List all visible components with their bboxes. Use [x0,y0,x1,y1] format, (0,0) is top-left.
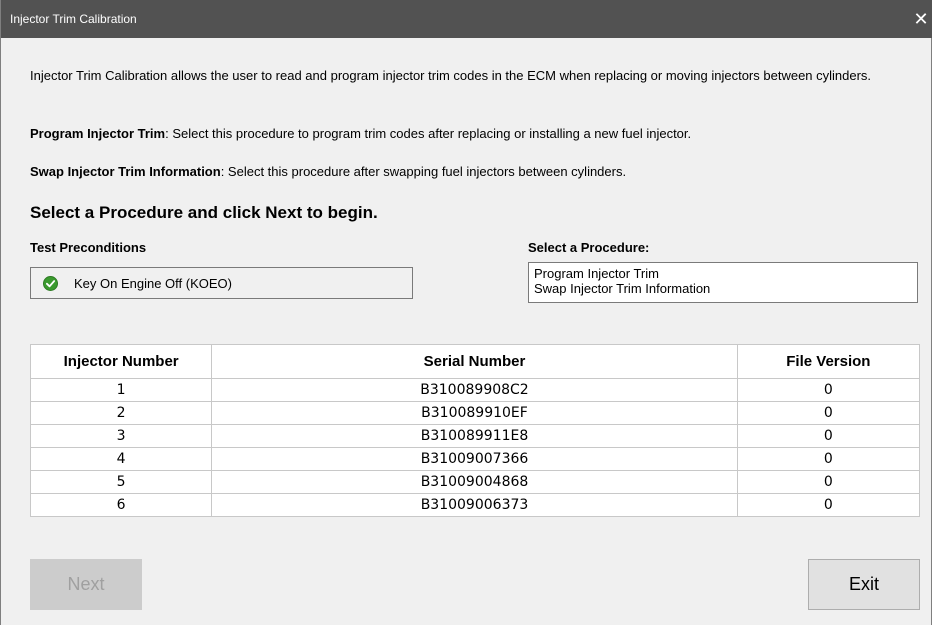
file-version-cell: 0 [736,401,921,425]
program-trim-text: : Select this procedure to program trim … [165,126,692,141]
procedure-option-swap[interactable]: Swap Injector Trim Information [534,281,710,296]
injector-trim-dialog: Injector Trim Calibration ✕ Injector Tri… [0,0,932,625]
header-file-version: File Version [736,344,921,379]
file-version-cell: 0 [736,424,921,448]
exit-button[interactable]: Exit [808,559,920,610]
injector-table: Injector Number Serial Number File Versi… [29,344,921,517]
program-trim-label: Program Injector Trim [30,126,166,141]
serial-number-cell: B310089911E8 [211,424,738,448]
header-serial-number: Serial Number [211,344,738,379]
swap-trim-description: Swap Injector Trim Information: Select t… [30,164,626,180]
injector-number-cell: 5 [29,470,213,494]
next-button[interactable]: Next [30,559,142,610]
header-injector-number: Injector Number [29,344,213,379]
swap-trim-label: Swap Injector Trim Information [30,164,221,179]
table-row[interactable]: 4 B31009007366 0 [29,447,921,471]
injector-number-cell: 2 [29,401,213,425]
table-row[interactable]: 6 B31009006373 0 [29,493,921,517]
table-row[interactable]: 5 B31009004868 0 [29,470,921,494]
injector-number-cell: 3 [29,424,213,448]
program-trim-description: Program Injector Trim: Select this proce… [30,126,691,142]
file-version-cell: 0 [736,378,921,402]
close-icon[interactable]: ✕ [909,0,932,38]
table-row[interactable]: 1 B310089908C2 0 [29,378,921,402]
precondition-box: Key On Engine Off (KOEO) [30,267,413,299]
procedure-listbox[interactable]: Program Injector Trim Swap Injector Trim… [528,262,918,303]
procedure-option-program[interactable]: Program Injector Trim [534,266,659,281]
serial-number-cell: B31009004868 [211,470,738,494]
test-preconditions-label: Test Preconditions [30,240,147,255]
table-row[interactable]: 3 B310089911E8 0 [29,424,921,448]
injector-number-cell: 1 [29,378,213,402]
title-bar: Injector Trim Calibration ✕ [1,0,932,38]
file-version-cell: 0 [736,493,921,517]
table-row[interactable]: 2 B310089910EF 0 [29,401,921,425]
table-header-row: Injector Number Serial Number File Versi… [29,344,921,379]
window-title: Injector Trim Calibration [10,12,137,26]
select-procedure-label: Select a Procedure: [528,240,650,255]
injector-number-cell: 6 [29,493,213,517]
serial-number-cell: B310089908C2 [211,378,738,402]
serial-number-cell: B31009006373 [211,493,738,517]
file-version-cell: 0 [736,447,921,471]
file-version-cell: 0 [736,470,921,494]
serial-number-cell: B31009007366 [211,447,738,471]
instruction-heading: Select a Procedure and click Next to beg… [30,203,378,222]
swap-trim-text: : Select this procedure after swapping f… [220,164,627,179]
serial-number-cell: B310089910EF [211,401,738,425]
injector-number-cell: 4 [29,447,213,471]
check-circle-icon [43,276,58,291]
precondition-koeo: Key On Engine Off (KOEO) [74,276,232,291]
description-text: Injector Trim Calibration allows the use… [30,68,872,83]
